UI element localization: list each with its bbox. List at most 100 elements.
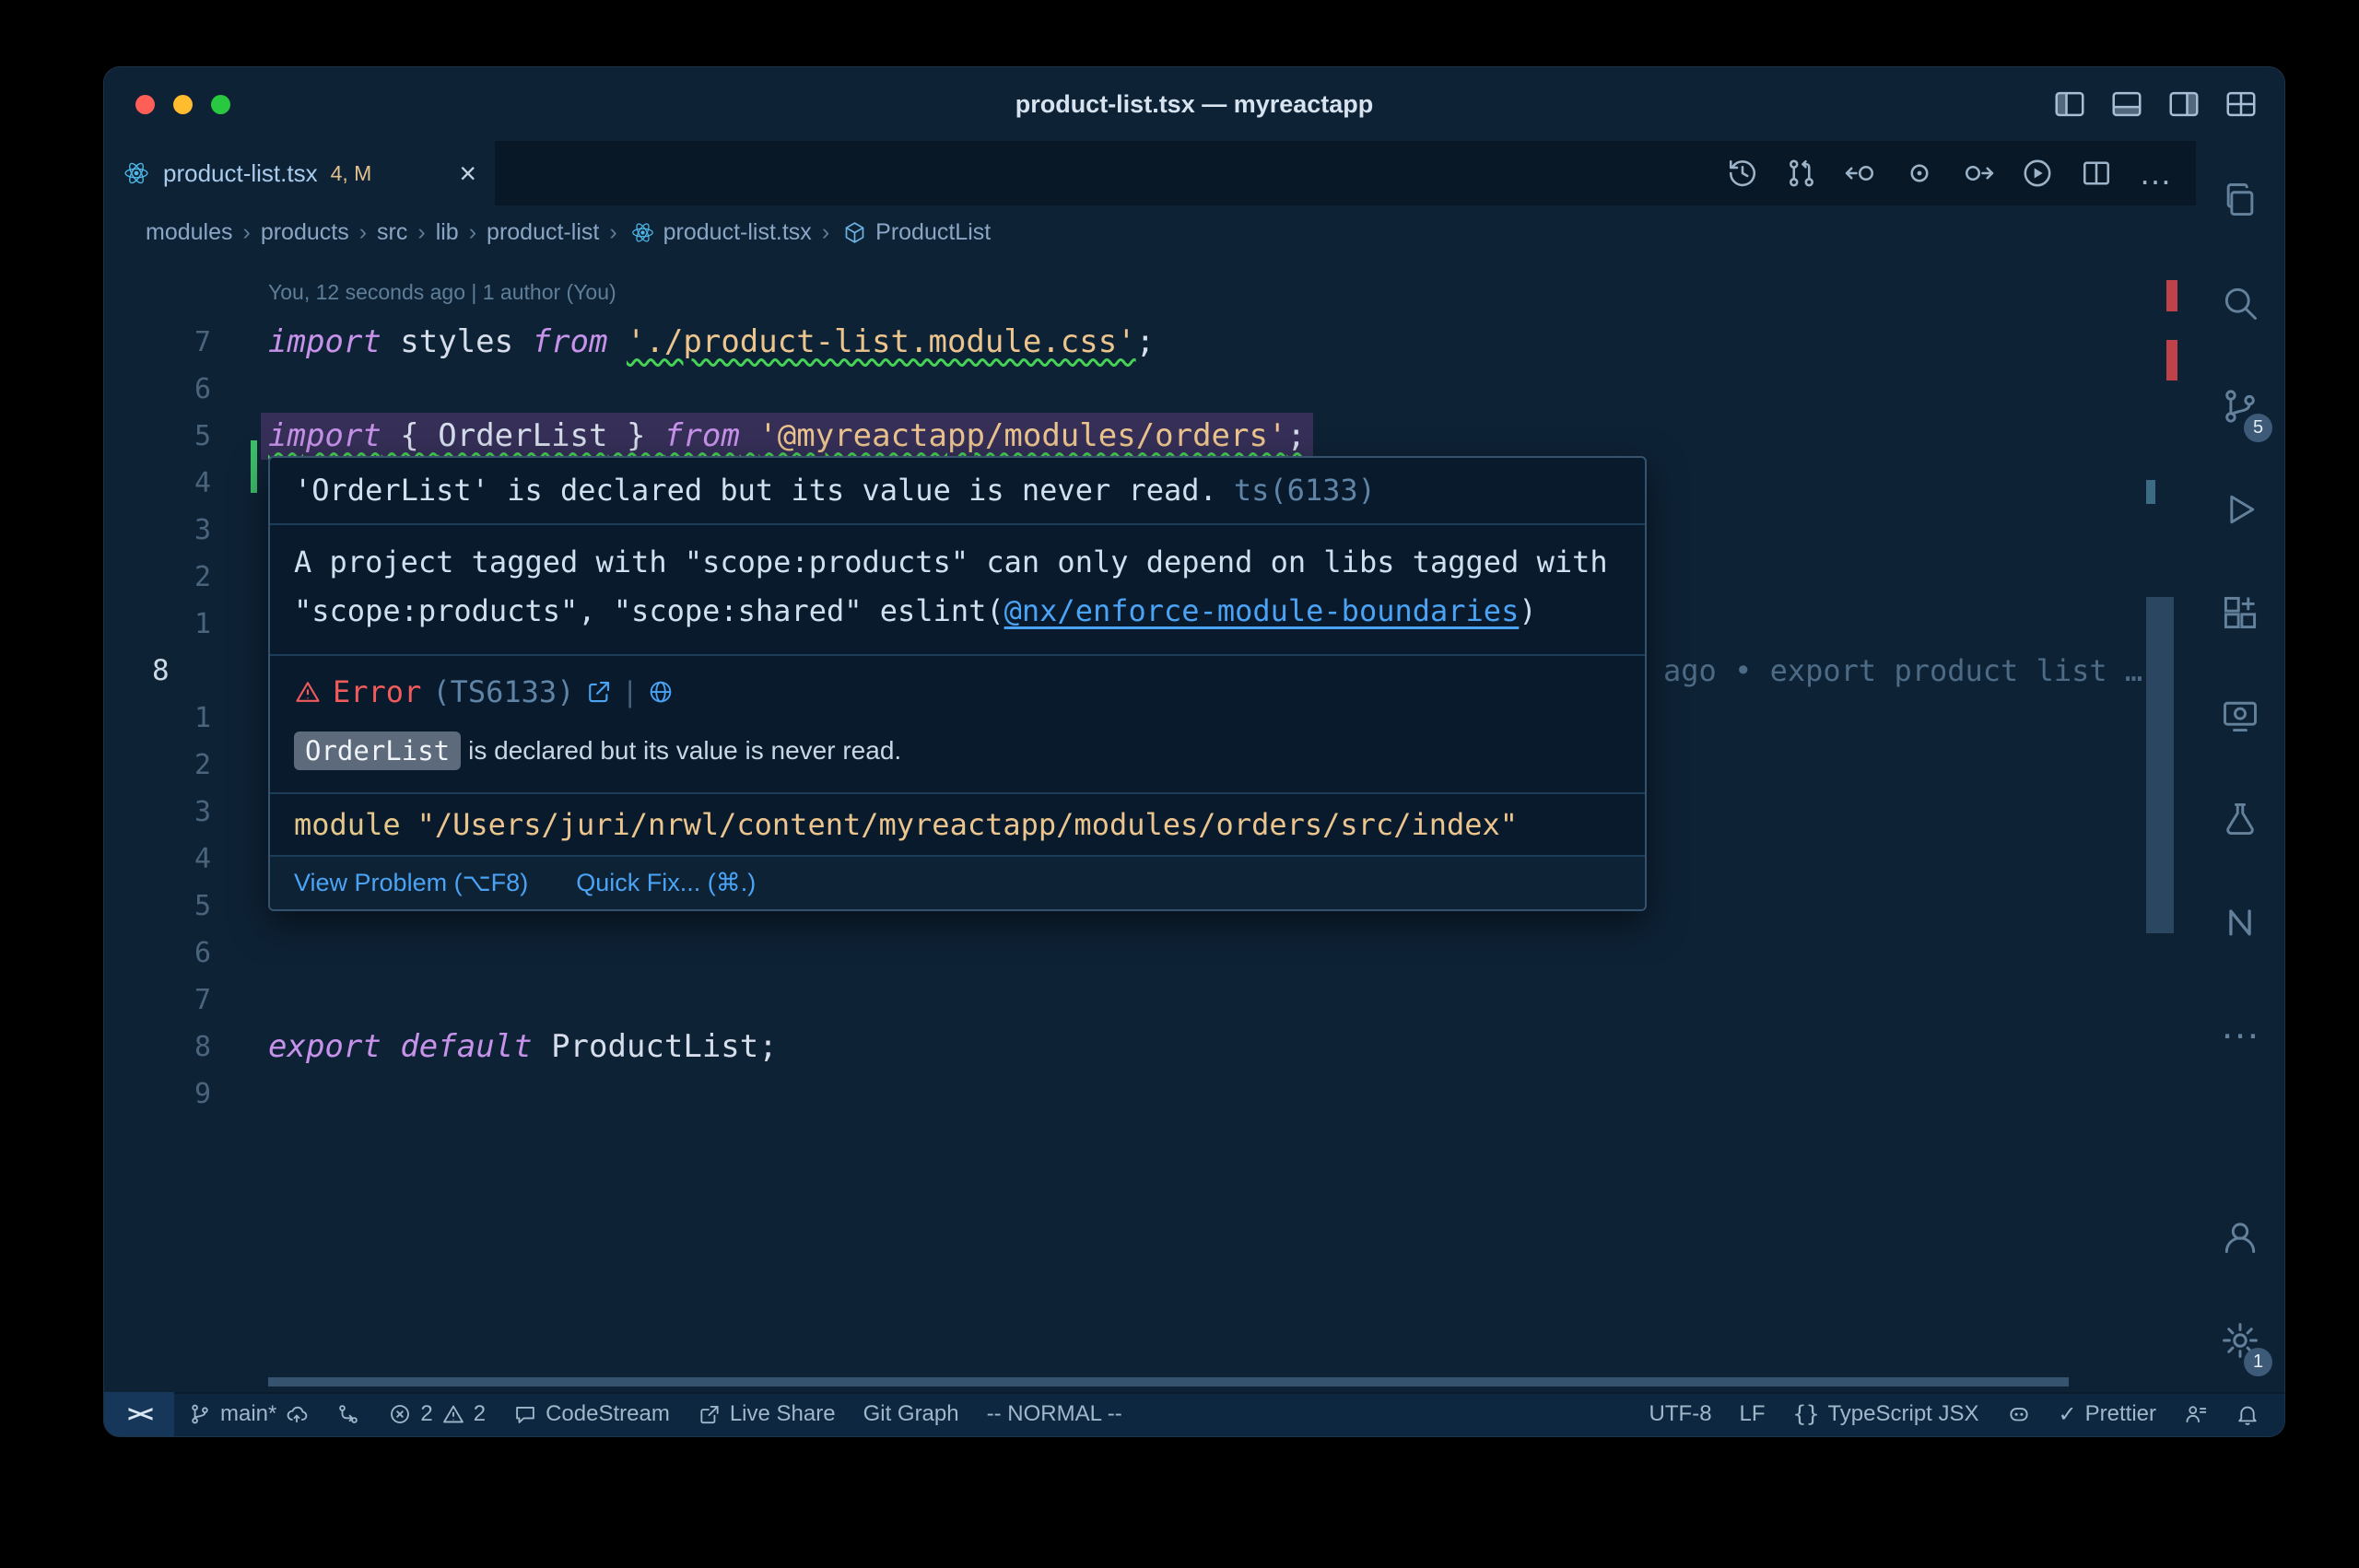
toggle-panel-icon[interactable] xyxy=(2109,87,2144,122)
check-icon: ✓ xyxy=(2059,1401,2077,1428)
open-changes-icon[interactable] xyxy=(1903,157,1936,190)
branch-status[interactable]: main* xyxy=(174,1392,323,1436)
breadcrumb-products[interactable]: products xyxy=(261,219,349,246)
toggle-sidebar-icon[interactable] xyxy=(2052,87,2087,122)
toggle-secondary-sidebar-icon[interactable] xyxy=(2166,87,2201,122)
prettier-label: Prettier xyxy=(2085,1401,2156,1427)
breadcrumb-file[interactable]: product-list.tsx xyxy=(663,219,812,246)
activity-run-debug[interactable] xyxy=(2196,458,2284,561)
close-window-button[interactable] xyxy=(135,95,155,114)
eslint-rule-link[interactable]: @nx/enforce-module-boundaries xyxy=(1004,593,1520,628)
previous-change-icon[interactable] xyxy=(1844,157,1877,190)
line-number: 8 xyxy=(194,1024,211,1071)
code-token: OrderList xyxy=(438,417,607,454)
codestream-label: CodeStream xyxy=(546,1401,670,1427)
eol-status[interactable]: LF xyxy=(1726,1392,1779,1436)
activity-search[interactable] xyxy=(2196,252,2284,355)
live-share-icon xyxy=(698,1402,722,1426)
breadcrumb-src[interactable]: src xyxy=(377,219,407,246)
activity-source-control[interactable]: 5 xyxy=(2196,355,2284,458)
activity-more[interactable]: … xyxy=(2196,974,2284,1077)
error-circle-icon xyxy=(388,1402,412,1426)
quick-fix-action[interactable]: Quick Fix... (⌘.) xyxy=(576,869,756,897)
file-history-icon[interactable] xyxy=(1726,157,1759,190)
files-icon xyxy=(2220,180,2260,220)
activity-testing[interactable] xyxy=(2196,767,2284,871)
chevron-right-icon: › xyxy=(359,219,367,246)
tooltip-module-row: module"/Users/juri/nrwl/content/myreacta… xyxy=(270,792,1645,857)
feedback-status[interactable] xyxy=(2170,1392,2222,1436)
split-editor-icon[interactable] xyxy=(2080,157,2113,190)
codestream-status[interactable]: CodeStream xyxy=(499,1392,684,1436)
encoding-status[interactable]: UTF-8 xyxy=(1636,1392,1726,1436)
breadcrumb-symbol[interactable]: ProductList xyxy=(875,219,991,246)
source-control-badge: 5 xyxy=(2244,414,2272,442)
git-compare-icon xyxy=(336,1402,360,1426)
activity-nx-console[interactable] xyxy=(2196,871,2284,974)
line-number: 3 xyxy=(194,507,211,554)
line-number: 4 xyxy=(194,460,211,507)
gitlens-codelens[interactable]: You, 12 seconds ago | 1 author (You) xyxy=(268,272,616,312)
remote-icon: >< xyxy=(127,1400,150,1428)
view-problem-action[interactable]: View Problem (⌥F8) xyxy=(294,869,528,897)
code-token: ProductList; xyxy=(533,1028,778,1065)
vertical-scrollbar[interactable] xyxy=(2146,597,2174,933)
live-share-status[interactable]: Live Share xyxy=(684,1392,850,1436)
layout-controls xyxy=(2052,67,2259,141)
breadcrumb-lib[interactable]: lib xyxy=(436,219,459,246)
beaker-icon xyxy=(2220,799,2260,839)
diagnostic-message: 'OrderList' is declared but its value is… xyxy=(294,473,1217,508)
line-number: 3 xyxy=(194,789,211,836)
activity-remote-explorer[interactable] xyxy=(2196,664,2284,767)
eslint-message-close: ) xyxy=(1519,593,1536,628)
run-debug-icon xyxy=(2220,489,2260,530)
git-graph-status[interactable]: Git Graph xyxy=(850,1392,973,1436)
activity-explorer[interactable] xyxy=(2196,148,2284,252)
line-number: 6 xyxy=(194,366,211,413)
next-change-icon[interactable] xyxy=(1962,157,1995,190)
run-file-icon[interactable] xyxy=(2021,157,2054,190)
tooltip-ts-diagnostic: 'OrderList' is declared but its value is… xyxy=(270,458,1645,525)
code-token: import xyxy=(268,323,381,360)
external-link-icon[interactable] xyxy=(585,678,613,706)
prettier-status[interactable]: ✓ Prettier xyxy=(2045,1392,2170,1436)
language-label: TypeScript JSX xyxy=(1827,1401,1978,1427)
globe-icon[interactable] xyxy=(647,678,675,706)
tab-label: product-list.tsx xyxy=(163,159,318,188)
language-mode-status[interactable]: {} TypeScript JSX xyxy=(1779,1392,1993,1436)
remote-indicator[interactable]: >< xyxy=(104,1392,174,1436)
tab-product-list[interactable]: product-list.tsx 4, M × xyxy=(104,141,495,205)
editor-layout-icon[interactable] xyxy=(2224,87,2259,122)
copilot-status[interactable] xyxy=(1993,1392,2045,1436)
hover-diagnostics-tooltip: 'OrderList' is declared but its value is… xyxy=(268,456,1647,911)
close-tab-button[interactable]: × xyxy=(459,158,476,188)
error-label: Error xyxy=(333,674,421,709)
git-compare-status[interactable] xyxy=(323,1392,374,1436)
copilot-icon xyxy=(2007,1402,2031,1426)
horizontal-scrollbar[interactable] xyxy=(268,1377,2069,1387)
zoom-window-button[interactable] xyxy=(211,95,230,114)
line-number: 6 xyxy=(194,930,211,977)
compare-changes-icon[interactable] xyxy=(1785,157,1818,190)
breadcrumb-modules[interactable]: modules xyxy=(146,219,233,246)
more-actions-icon[interactable]: … xyxy=(2139,157,2172,190)
nx-console-icon xyxy=(2220,902,2260,942)
git-branch-icon xyxy=(188,1402,212,1426)
notifications-status[interactable] xyxy=(2222,1392,2273,1436)
eol-label: LF xyxy=(1740,1401,1766,1427)
minimize-window-button[interactable] xyxy=(173,95,193,114)
react-icon xyxy=(630,220,655,245)
code-token: './product-list.module.css' xyxy=(627,323,1136,360)
breadcrumb-product-list[interactable]: product-list xyxy=(487,219,599,246)
inline-blame-annotation: ago • export product list … xyxy=(1663,648,2142,695)
line-number: 5 xyxy=(194,883,211,930)
activity-accounts[interactable] xyxy=(2196,1186,2284,1289)
activity-extensions[interactable] xyxy=(2196,561,2284,664)
git-graph-label: Git Graph xyxy=(863,1401,959,1427)
problems-status[interactable]: 2 2 xyxy=(374,1392,499,1436)
vim-mode-status[interactable]: -- NORMAL -- xyxy=(973,1392,1136,1436)
code-editor[interactable]: 76543218123456789 You, 12 seconds ago | … xyxy=(104,259,2196,1392)
editor-actions: … xyxy=(1726,141,2196,205)
activity-settings[interactable]: 1 xyxy=(2196,1289,2284,1392)
branch-name: main* xyxy=(220,1401,276,1427)
